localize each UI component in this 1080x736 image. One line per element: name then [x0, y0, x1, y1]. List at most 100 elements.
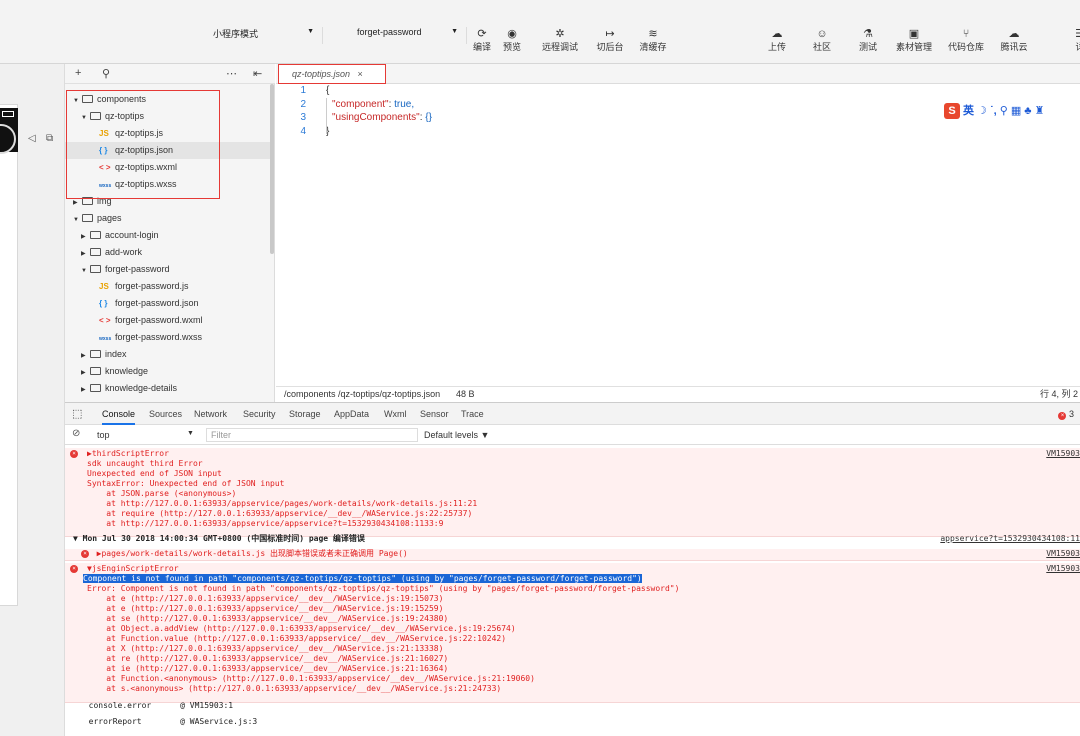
console-text[interactable]: at Object.a.addView (http://127.0.0.1:63…	[87, 624, 515, 633]
tree-file-forget-password-wxml[interactable]: < > forget-password.wxml	[65, 312, 270, 329]
inspect-icon[interactable]: ⬚	[72, 403, 82, 425]
console-text[interactable]: Unexpected end of JSON input	[87, 469, 222, 478]
console-text[interactable]: at e (http://127.0.0.1:63933/appservice/…	[87, 594, 443, 603]
clear-cache-button[interactable]: ≋ 清缓存	[633, 27, 673, 53]
console-line: at Object.a.addView (http://127.0.0.1:63…	[65, 624, 1080, 634]
tree-folder-knowledge[interactable]: ▶ knowledge	[65, 363, 270, 380]
tree-folder-index[interactable]: ▶ index	[65, 346, 270, 363]
console-text[interactable]: ▼ Mon Jul 30 2018 14:00:34 GMT+0800 (中国标…	[73, 534, 365, 543]
console-source-link[interactable]: VM15903	[1046, 564, 1080, 574]
chevron-right-icon[interactable]: ▶	[81, 382, 90, 399]
assets-button[interactable]: ▣ 素材管理	[894, 27, 934, 53]
tree-file-forget-password-json[interactable]: { } forget-password.json	[65, 295, 270, 312]
tree-folder-add-work[interactable]: ▶ add-work	[65, 244, 270, 261]
page-select[interactable]: forget-password ▼	[355, 27, 467, 44]
preview-button[interactable]: ◉ 预览	[492, 27, 532, 53]
tab-appdata[interactable]: AppData	[334, 403, 369, 425]
indent-guide	[326, 98, 327, 134]
console-text[interactable]: at require (http://127.0.0.1:63933/appse…	[87, 509, 472, 518]
tab-network[interactable]: Network	[194, 403, 227, 425]
search-icon[interactable]: ⚲	[102, 67, 110, 80]
chevron-down-icon[interactable]: ▼	[187, 430, 194, 437]
tab-sensor[interactable]: Sensor	[420, 403, 449, 425]
context-select[interactable]: top	[97, 430, 110, 440]
console-text[interactable]: ▼jsEnginScriptError	[87, 564, 179, 573]
more-icon[interactable]: ⋯	[226, 67, 237, 80]
console-text[interactable]: at JSON.parse (<anonymous>)	[87, 489, 236, 498]
console-text[interactable]: Error: Component is not found in path "c…	[87, 584, 679, 593]
console-text[interactable]: SyntaxError: Unexpected end of JSON inpu…	[87, 479, 284, 488]
console-text[interactable]: Component is not found in path "componen…	[83, 574, 642, 583]
editor-tab-qz-toptips-json[interactable]: qz-toptips.json ×	[278, 64, 386, 84]
console-text[interactable]: ▶thirdScriptError	[87, 449, 169, 458]
repo-button[interactable]: ⑂ 代码仓库	[946, 27, 986, 53]
tab-sources[interactable]: Sources	[149, 403, 182, 425]
community-button[interactable]: ☺ 社区	[802, 27, 842, 53]
console-text[interactable]: at http://127.0.0.1:63933/appservice/pag…	[87, 499, 477, 508]
console-text[interactable]: at s.<anonymous> (http://127.0.0.1:63933…	[87, 684, 501, 693]
tab-storage[interactable]: Storage	[289, 403, 321, 425]
console-text[interactable]: at re (http://127.0.0.1:63933/appservice…	[87, 654, 448, 663]
simulator-screen[interactable]	[0, 104, 18, 606]
clear-console-icon[interactable]: ⊘	[72, 428, 80, 439]
tree-file-forget-password-js[interactable]: JS forget-password.js	[65, 278, 270, 295]
console-line: at Function.value (http://127.0.0.1:6393…	[65, 634, 1080, 644]
tab-trace[interactable]: Trace	[461, 403, 484, 425]
mode-select-value: 小程序模式	[213, 29, 259, 39]
upload-label: 上传	[767, 42, 786, 52]
console-text[interactable]: sdk uncaught third Error	[87, 459, 203, 468]
console-line: at X (http://127.0.0.1:63933/appservice/…	[65, 644, 1080, 654]
close-icon[interactable]: ×	[358, 69, 363, 79]
cloud-icon: ☁	[1008, 28, 1020, 40]
details-label: 详	[1075, 42, 1080, 52]
details-button[interactable]: ☰详	[1060, 27, 1080, 53]
remote-debug-button[interactable]: ✲ 远程调试	[540, 27, 580, 53]
error-counter[interactable]: × 3	[1058, 403, 1074, 425]
filter-input[interactable]: Filter	[206, 428, 418, 442]
console-text[interactable]: at ie (http://127.0.0.1:63933/appservice…	[87, 664, 448, 673]
console-text[interactable]: errorReport @ WAService.js:3	[79, 717, 258, 726]
tab-wxml[interactable]: Wxml	[384, 403, 407, 425]
error-icon: ×	[1058, 412, 1067, 420]
line-number: 4	[300, 125, 306, 137]
tree-folder-account-login[interactable]: ▶ account-login	[65, 227, 270, 244]
console-source-link[interactable]: appservice?t=1532930434108:11	[940, 534, 1080, 544]
tab-security[interactable]: Security	[243, 403, 276, 425]
log-levels-select[interactable]: Default levels ▼	[424, 430, 489, 440]
console-text[interactable]: at Function.<anonymous> (http://127.0.0.…	[87, 674, 535, 683]
tree-folder-pages[interactable]: ▼ pages	[65, 210, 270, 227]
console-text[interactable]: at X (http://127.0.0.1:63933/appservice/…	[87, 644, 443, 653]
ime-icons: 英 ☽ ˙, ⚲ ▦ ♣ ♜	[963, 105, 1045, 117]
console-text[interactable]: console.error @ VM15903:1	[79, 701, 234, 710]
tab-console[interactable]: Console	[102, 403, 136, 425]
window-icon[interactable]: ⧉	[46, 133, 53, 144]
test-button[interactable]: ⚗ 测试	[848, 27, 888, 53]
console-text[interactable]: at se (http://127.0.0.1:63933/appservice…	[87, 614, 448, 623]
console-text[interactable]: ▶pages/work-details/work-details.js 出现脚本…	[87, 549, 408, 558]
console-line: at JSON.parse (<anonymous>)	[65, 489, 1080, 499]
tree-file-forget-password-wxss[interactable]: wxss forget-password.wxss	[65, 329, 270, 346]
switch-icon: ↦	[605, 28, 615, 40]
wxml-file-icon: < >	[99, 316, 111, 325]
tree-folder-knowledge-details[interactable]: ▶ knowledge-details	[65, 380, 270, 397]
ime-toolbar[interactable]: S英 ☽ ˙, ⚲ ▦ ♣ ♜	[944, 102, 1044, 119]
tree-item-label: forget-password.js	[115, 281, 189, 291]
mode-select[interactable]: 小程序模式 ▼	[211, 27, 323, 44]
console-text[interactable]: at Function.value (http://127.0.0.1:6393…	[87, 634, 506, 643]
tree-folder-forget-password[interactable]: ▼ forget-password	[65, 261, 270, 278]
tencent-cloud-button[interactable]: ☁ 腾讯云	[994, 27, 1034, 53]
upload-button[interactable]: ☁ 上传	[757, 27, 797, 53]
console-text[interactable]: at e (http://127.0.0.1:63933/appservice/…	[87, 604, 443, 613]
console-source-link[interactable]: VM15903	[1046, 549, 1080, 559]
chevron-down-icon: ▼	[451, 28, 458, 35]
background-button[interactable]: ↦ 切后台	[590, 27, 630, 53]
console-source-link[interactable]: VM15903	[1046, 449, 1080, 459]
console-output[interactable]: × ▶thirdScriptError VM15903 sdk uncaught th…	[65, 445, 1080, 736]
volume-icon[interactable]: ◁	[28, 133, 36, 144]
console-text[interactable]: at http://127.0.0.1:63933/appservice/app…	[87, 519, 443, 528]
file-tree-scrollbar[interactable]	[270, 84, 274, 254]
collapse-icon[interactable]: ⇤	[253, 67, 262, 80]
folder-icon	[90, 384, 101, 392]
bug-icon: ✲	[555, 28, 565, 40]
plus-icon[interactable]: +	[75, 67, 81, 79]
